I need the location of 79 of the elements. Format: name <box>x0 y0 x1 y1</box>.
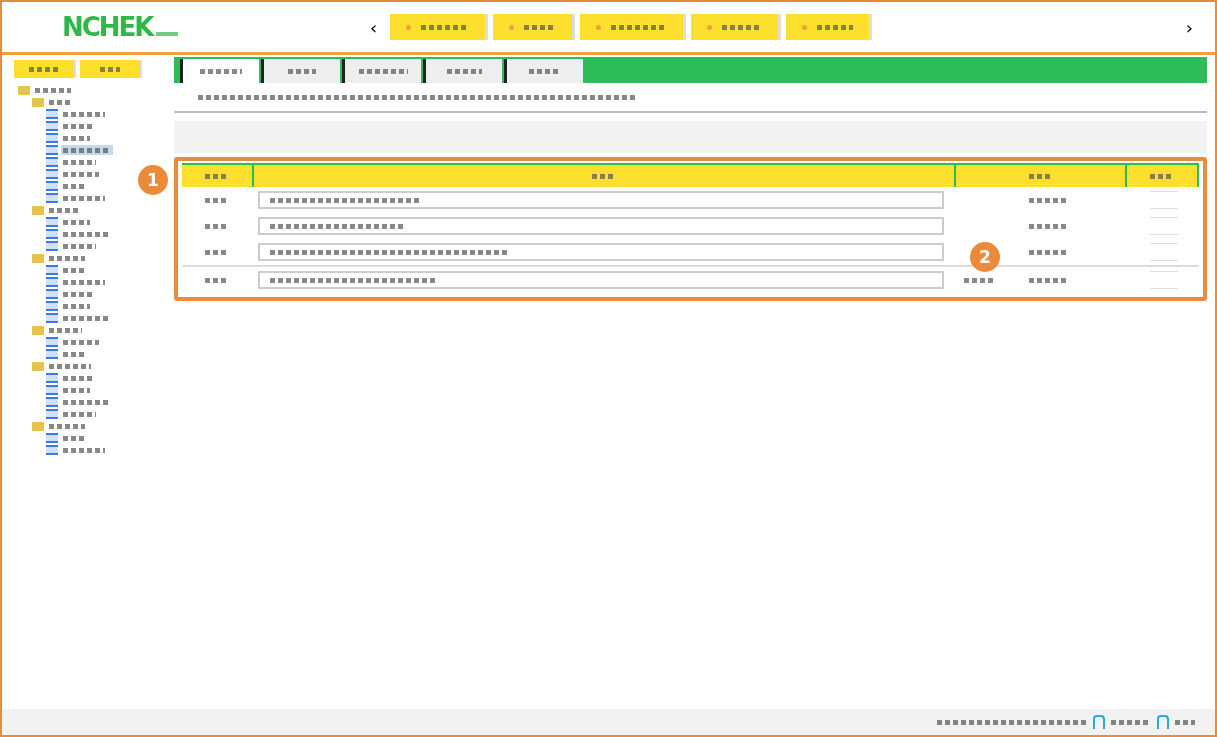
tree-item[interactable] <box>61 373 95 383</box>
document-icon <box>46 241 58 251</box>
document-icon <box>46 433 58 443</box>
tree-item[interactable] <box>47 361 93 371</box>
document-icon <box>46 289 58 299</box>
tree-item[interactable] <box>61 109 107 119</box>
tree-item[interactable] <box>61 169 101 179</box>
tab[interactable] <box>423 59 502 83</box>
document-icon <box>46 373 58 383</box>
folder-icon <box>32 325 44 335</box>
tab[interactable] <box>261 59 340 83</box>
document-icon <box>46 193 58 203</box>
text-field[interactable] <box>258 271 944 289</box>
document-icon <box>46 133 58 143</box>
tree-item[interactable] <box>33 85 73 95</box>
menu-button[interactable] <box>691 14 782 40</box>
folder-icon <box>18 85 30 95</box>
folder-icon <box>32 253 44 263</box>
folder-icon <box>32 97 44 107</box>
tab[interactable] <box>342 59 421 83</box>
next-button[interactable]: › <box>1177 16 1201 38</box>
folder-icon <box>32 205 44 215</box>
tree-item[interactable] <box>47 421 87 431</box>
menu-button[interactable] <box>786 14 873 40</box>
document-icon <box>46 397 58 407</box>
text-field[interactable] <box>258 243 944 261</box>
folder-icon <box>32 361 44 371</box>
menu-button[interactable] <box>390 14 489 40</box>
tab[interactable] <box>180 59 259 83</box>
tree-item[interactable] <box>61 301 92 311</box>
tree-item[interactable] <box>61 277 107 287</box>
tree-item[interactable] <box>61 145 113 155</box>
document-icon <box>46 349 58 359</box>
text-field[interactable] <box>258 191 944 209</box>
document-icon <box>46 145 58 155</box>
tree-item[interactable] <box>61 157 98 167</box>
document-icon <box>46 301 58 311</box>
document-icon <box>46 277 58 287</box>
tree-item[interactable] <box>61 217 92 227</box>
tree-item[interactable] <box>61 121 95 131</box>
document-icon <box>46 157 58 167</box>
document-icon <box>46 109 58 119</box>
small-field[interactable] <box>1150 243 1178 261</box>
document-icon <box>46 385 58 395</box>
callout-badge: 2 <box>970 242 1000 272</box>
document-icon <box>46 181 58 191</box>
document-icon <box>46 445 58 455</box>
small-field[interactable] <box>1150 271 1178 289</box>
document-icon <box>46 229 58 239</box>
document-icon <box>46 169 58 179</box>
tree-item[interactable] <box>47 253 87 263</box>
small-field[interactable] <box>1150 217 1178 235</box>
previous-button[interactable]: ‹ <box>362 16 386 38</box>
tree-item[interactable] <box>61 133 92 143</box>
document-icon <box>46 313 58 323</box>
tree-item[interactable] <box>61 193 107 203</box>
document-icon <box>46 337 58 347</box>
callout-badge: 1 <box>138 165 168 195</box>
menu-button[interactable] <box>493 14 576 40</box>
tree-item[interactable] <box>47 325 84 335</box>
tree-item[interactable] <box>47 205 81 215</box>
tree-item[interactable] <box>61 289 95 299</box>
sidebar-button[interactable] <box>14 60 76 78</box>
menu-button[interactable] <box>580 14 687 40</box>
document-icon <box>46 265 58 275</box>
tree-item[interactable] <box>61 445 107 455</box>
small-field[interactable] <box>1150 191 1178 209</box>
tree-item[interactable] <box>61 385 92 395</box>
text-field[interactable] <box>258 217 944 235</box>
tree-item[interactable] <box>61 337 101 347</box>
tree-item[interactable] <box>61 241 98 251</box>
sidebar-button[interactable] <box>80 60 142 78</box>
tree-item[interactable] <box>61 409 98 419</box>
document-icon <box>46 217 58 227</box>
logo: NCHEK <box>2 12 362 42</box>
document-icon <box>46 121 58 131</box>
folder-icon <box>32 421 44 431</box>
tab[interactable] <box>504 59 583 83</box>
document-icon <box>46 409 58 419</box>
